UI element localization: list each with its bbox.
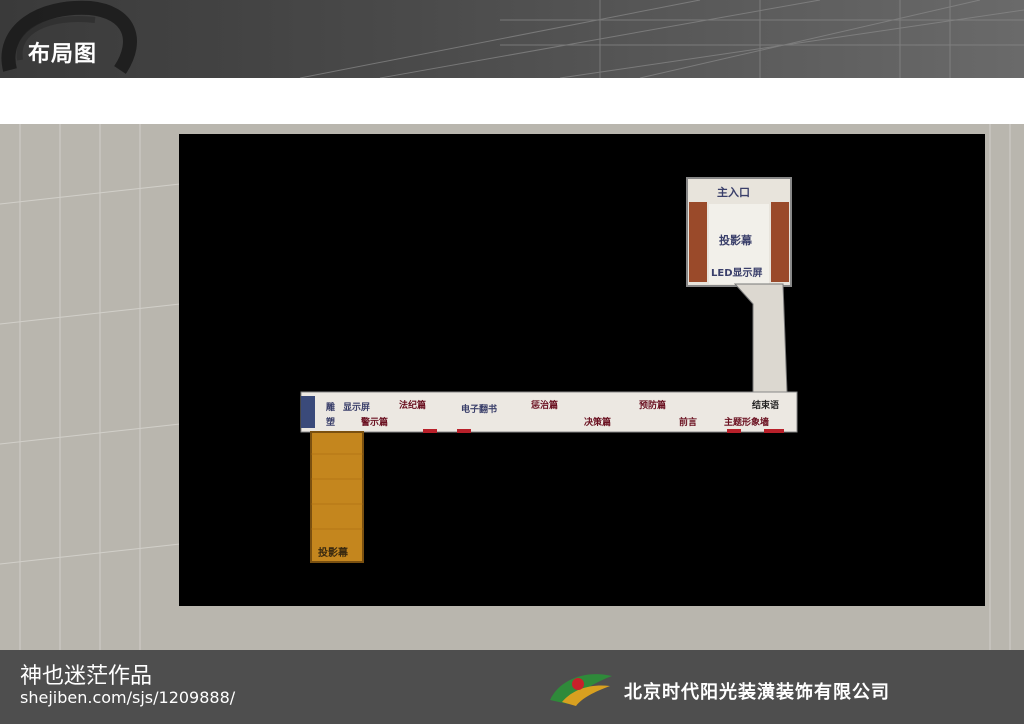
right-stairs (771, 202, 789, 282)
label-projection-screen-bottom: 投影幕 (318, 548, 348, 559)
header-bar: 布局图 (0, 0, 1024, 78)
label-ending-hall: 结束语 (752, 401, 780, 411)
label-discipline: 法纪篇 (399, 401, 427, 411)
vertical-corridor (733, 283, 788, 393)
label-ebook: 电子翻书 (461, 405, 498, 415)
label-theme-wall: 主题形象墙 (724, 418, 770, 428)
label-sculpture-1: 雕 (326, 403, 336, 413)
author-name: 神也迷茫作品 (20, 664, 153, 689)
label-main-entrance: 主入口 (717, 186, 750, 199)
source-url: shejiben.com/sjs/1209888/ (20, 688, 236, 707)
label-decision: 决策篇 (584, 418, 612, 428)
company-name: 北京时代阳光装潢装饰有限公司 (624, 682, 890, 703)
floor-plan: 主入口 投影幕 LED显示屏 结束语 主题形象墙 前言 预防篇 决策篇 惩治篇 … (179, 134, 985, 606)
label-projection-screen-top: 投影幕 (719, 234, 752, 247)
corridor-end-panel (301, 396, 315, 428)
label-warning: 警示篇 (361, 418, 389, 428)
label-display-screen: 显示屏 (343, 403, 371, 413)
label-prevention: 预防篇 (639, 401, 667, 411)
footer-bar: 神也迷茫作品 shejiben.com/sjs/1209888/ 北京时代阳光装… (0, 650, 1024, 724)
wireframe-decoration (299, 0, 1024, 78)
company-logo (550, 674, 612, 706)
label-sculpture-2: 塑 (326, 418, 336, 428)
label-led-screen: LED显示屏 (711, 268, 763, 279)
floor-plan-drawing (300, 177, 798, 563)
projection-hall-bottom (310, 431, 364, 563)
page-title: 布局图 (28, 42, 98, 67)
left-stairs (689, 202, 707, 282)
label-punishment: 惩治篇 (531, 401, 559, 411)
label-preface: 前言 (679, 418, 698, 428)
